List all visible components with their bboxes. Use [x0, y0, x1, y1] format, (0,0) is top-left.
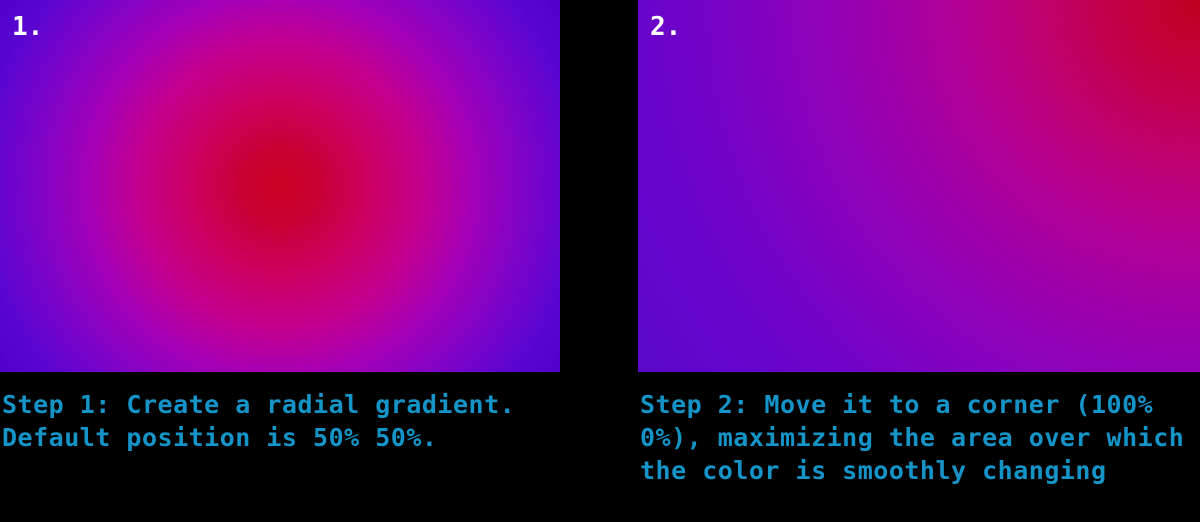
panel-caption-1: Step 1: Create a radial gradient. Defaul… [2, 390, 531, 452]
panel-number-label-1: 1. [12, 12, 44, 42]
gradient-panel-2: 2. [638, 0, 1200, 372]
gradient-panel-1: 1. [0, 0, 560, 372]
panel-number-label-2: 2. [650, 12, 682, 42]
slide-canvas: 1. 2. Step 1: Create a radial gradient. … [0, 0, 1200, 522]
panel-caption-2: Step 2: Move it to a corner (100% 0%), m… [640, 390, 1200, 485]
